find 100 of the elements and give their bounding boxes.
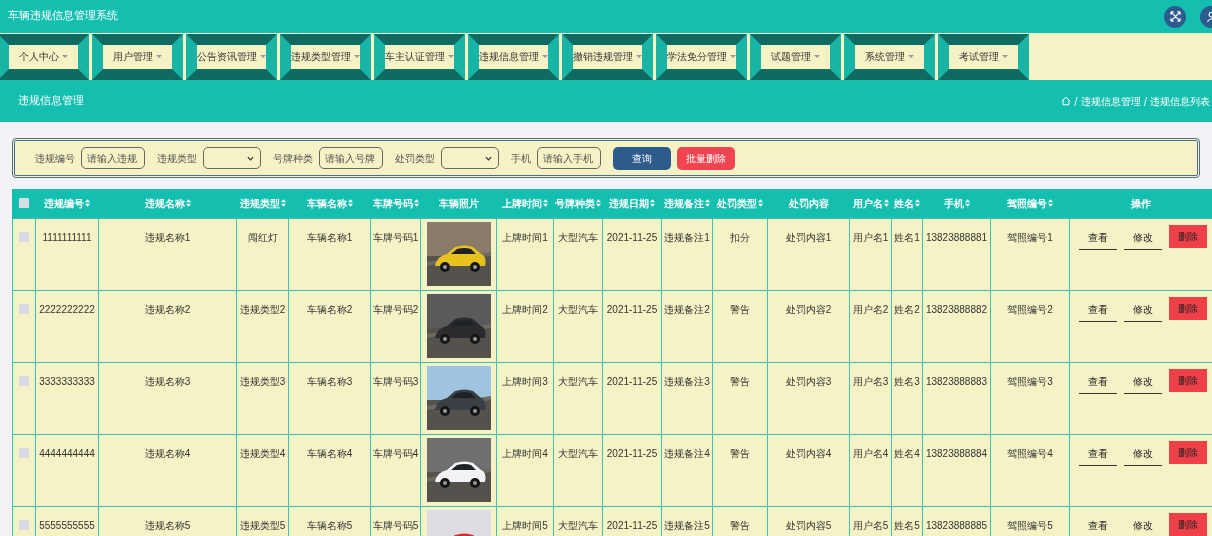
table-cell: 违规名称4 xyxy=(144,447,191,459)
action-link-button[interactable]: 修改 xyxy=(1124,514,1162,536)
action-link-button[interactable]: 修改 xyxy=(1124,370,1162,394)
table-cell: 车辆名称5 xyxy=(306,519,353,531)
sort-icon xyxy=(964,199,970,208)
table-cell: 处罚内容1 xyxy=(785,231,832,243)
sort-icon xyxy=(413,199,419,208)
action-link-button[interactable]: 查看 xyxy=(1079,226,1117,250)
row-checkbox[interactable] xyxy=(19,231,29,242)
caret-icon xyxy=(156,55,162,58)
search-label: 违规编号 xyxy=(35,151,75,166)
search-button[interactable]: 查询 xyxy=(613,146,671,170)
table-cell: 违规类型2 xyxy=(239,303,286,315)
table-cell: 2021-11-25 xyxy=(606,231,658,243)
table-cell: 13823888881 xyxy=(925,231,988,243)
app-title: 车辆违规信息管理系统 xyxy=(8,8,118,25)
search-label: 违规类型 xyxy=(157,151,197,166)
caret-icon xyxy=(260,55,266,58)
action-link-button[interactable]: 修改 xyxy=(1124,298,1162,322)
table-cell: 车辆名称1 xyxy=(306,231,353,243)
action-link-button[interactable]: 修改 xyxy=(1124,442,1162,466)
breadcrumb-separator: / xyxy=(1143,94,1147,109)
table-cell: 姓名1 xyxy=(894,231,920,243)
table-cell: 13823888883 xyxy=(925,375,988,387)
delete-button[interactable]: 删除 xyxy=(1169,512,1207,536)
caret-icon xyxy=(908,55,914,58)
chevron-down-icon xyxy=(485,155,492,161)
action-link-button[interactable]: 查看 xyxy=(1079,298,1117,322)
search-field[interactable]: 请输入手机 xyxy=(537,147,601,169)
table-cell: 驾照编号4 xyxy=(1007,447,1053,459)
table-cell: 车牌号码5 xyxy=(372,519,419,531)
sort-icon xyxy=(280,199,286,208)
row-checkbox[interactable] xyxy=(19,519,29,530)
sort-icon xyxy=(543,199,548,208)
table-cell: 大型汽车 xyxy=(558,303,598,315)
action-link-button[interactable]: 查看 xyxy=(1079,370,1117,394)
table-cell: 闯红灯 xyxy=(247,231,278,243)
search-label: 号牌种类 xyxy=(273,151,313,166)
table-cell: 违规备注4 xyxy=(664,447,710,459)
delete-button[interactable]: 删除 xyxy=(1169,224,1207,248)
table-cell: 驾照编号2 xyxy=(1007,303,1053,315)
table-cell: 用户名2 xyxy=(852,303,889,315)
table-cell: 13823888882 xyxy=(925,303,988,315)
table-cell: 上牌时间5 xyxy=(502,519,548,531)
delete-button[interactable]: 删除 xyxy=(1169,368,1207,392)
search-label: 处罚类型 xyxy=(395,151,435,166)
table-cell: 处罚内容5 xyxy=(785,519,832,531)
batch-delete-button[interactable]: 批量删除 xyxy=(677,146,735,170)
sort-icon xyxy=(650,199,655,208)
table-cell: 警告 xyxy=(730,447,750,459)
sort-icon xyxy=(185,199,191,208)
table-cell: 大型汽车 xyxy=(558,519,598,531)
table-cell: 违规备注3 xyxy=(664,375,710,387)
table-cell: 违规名称5 xyxy=(144,519,191,531)
table-cell: 违规类型5 xyxy=(239,519,286,531)
row-checkbox[interactable] xyxy=(19,303,29,314)
table-cell: 驾照编号1 xyxy=(1007,231,1053,243)
table-cell: 大型汽车 xyxy=(558,231,598,243)
select-all-checkbox[interactable] xyxy=(19,198,29,209)
select-field[interactable] xyxy=(441,147,499,169)
search-label: 手机 xyxy=(511,151,531,166)
table-cell: 车牌号码2 xyxy=(372,303,419,315)
sort-icon xyxy=(883,199,889,208)
delete-button[interactable]: 删除 xyxy=(1169,440,1207,464)
table-cell: 违规名称1 xyxy=(144,231,191,243)
row-checkbox[interactable] xyxy=(19,447,29,458)
caret-icon xyxy=(354,55,360,58)
table-cell: 5555555555 xyxy=(39,519,95,531)
search-field[interactable]: 请输入号牌 xyxy=(319,147,383,169)
table-cell: 姓名4 xyxy=(894,447,920,459)
action-link-button[interactable]: 修改 xyxy=(1124,226,1162,250)
fullscreen-icon[interactable] xyxy=(1164,5,1186,28)
home-icon[interactable] xyxy=(1061,96,1072,106)
caret-icon xyxy=(448,55,454,58)
table-cell: 2021-11-25 xyxy=(606,519,658,531)
table-cell: 大型汽车 xyxy=(558,375,598,387)
caret-icon xyxy=(1002,55,1008,58)
table-cell: 用户名1 xyxy=(852,231,889,243)
chevron-down-icon xyxy=(247,155,254,161)
table-cell: 上牌时间3 xyxy=(502,375,548,387)
table-cell: 1111111111 xyxy=(42,231,92,243)
search-field[interactable]: 请输入违规 xyxy=(81,147,145,169)
table-cell: 违规备注5 xyxy=(664,519,710,531)
action-link-button[interactable]: 查看 xyxy=(1079,514,1117,536)
table-cell: 警告 xyxy=(730,303,750,315)
table-cell: 2021-11-25 xyxy=(606,303,658,315)
table-cell: 警告 xyxy=(730,375,750,387)
action-link-button[interactable]: 查看 xyxy=(1079,442,1117,466)
table-cell: 用户名3 xyxy=(852,375,889,387)
table-cell: 3333333333 xyxy=(39,375,95,387)
delete-button[interactable]: 删除 xyxy=(1169,296,1207,320)
table-cell: 姓名5 xyxy=(894,519,920,531)
table-cell: 处罚内容3 xyxy=(785,375,832,387)
table-cell: 姓名3 xyxy=(894,375,920,387)
select-field[interactable] xyxy=(203,147,261,169)
caret-icon xyxy=(636,55,642,58)
table-cell: 用户名4 xyxy=(852,447,889,459)
row-checkbox[interactable] xyxy=(19,375,29,386)
table-cell: 姓名2 xyxy=(894,303,920,315)
table-cell: 违规备注1 xyxy=(664,231,710,243)
